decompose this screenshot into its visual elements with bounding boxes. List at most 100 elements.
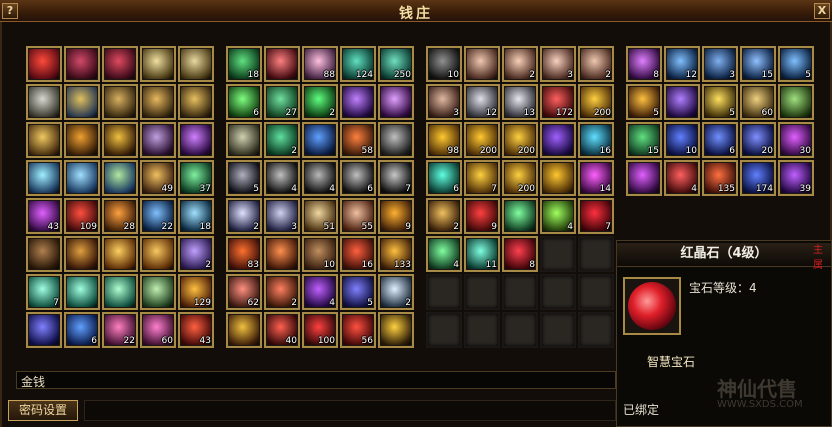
inventory-slot[interactable]: [64, 160, 100, 196]
inventory-slot[interactable]: [540, 122, 576, 158]
inventory-slot[interactable]: [464, 46, 500, 82]
inventory-slot[interactable]: [64, 122, 100, 158]
inventory-slot[interactable]: [540, 312, 576, 348]
inventory-slot[interactable]: 5: [226, 160, 262, 196]
inventory-slot[interactable]: 40: [264, 312, 300, 348]
inventory-slot[interactable]: [26, 236, 62, 272]
inventory-slot[interactable]: 3: [426, 84, 462, 120]
inventory-slot[interactable]: [26, 122, 62, 158]
inventory-slot[interactable]: [378, 84, 414, 120]
inventory-slot[interactable]: 5: [626, 84, 662, 120]
inventory-slot[interactable]: [578, 236, 614, 272]
inventory-slot[interactable]: 3: [702, 46, 738, 82]
inventory-slot[interactable]: [464, 274, 500, 310]
inventory-slot[interactable]: 4: [302, 160, 338, 196]
inventory-slot[interactable]: [778, 84, 814, 120]
inventory-slot[interactable]: 2: [264, 274, 300, 310]
inventory-slot[interactable]: 14: [578, 160, 614, 196]
inventory-slot[interactable]: [140, 236, 176, 272]
inventory-slot[interactable]: 3: [540, 46, 576, 82]
inventory-slot[interactable]: [26, 160, 62, 196]
inventory-slot[interactable]: 37: [178, 160, 214, 196]
inventory-slot[interactable]: 60: [740, 84, 776, 120]
inventory-slot[interactable]: 10: [302, 236, 338, 272]
inventory-slot[interactable]: 8: [502, 236, 538, 272]
inventory-slot[interactable]: [64, 274, 100, 310]
inventory-slot[interactable]: [664, 84, 700, 120]
inventory-slot[interactable]: 28: [102, 198, 138, 234]
inventory-slot[interactable]: 9: [464, 198, 500, 234]
inventory-slot[interactable]: 49: [140, 160, 176, 196]
inventory-slot[interactable]: 20: [740, 122, 776, 158]
inventory-slot[interactable]: 2: [378, 274, 414, 310]
inventory-slot[interactable]: 7: [464, 160, 500, 196]
inventory-slot[interactable]: 22: [102, 312, 138, 348]
inventory-slot[interactable]: [140, 122, 176, 158]
inventory-slot[interactable]: 6: [64, 312, 100, 348]
inventory-slot[interactable]: 43: [178, 312, 214, 348]
inventory-slot[interactable]: 6: [702, 122, 738, 158]
inventory-slot[interactable]: 200: [464, 122, 500, 158]
inventory-slot[interactable]: [578, 312, 614, 348]
inventory-slot[interactable]: [178, 84, 214, 120]
password-settings-button[interactable]: 密码设置: [8, 400, 78, 421]
inventory-slot[interactable]: [378, 122, 414, 158]
inventory-slot[interactable]: 12: [464, 84, 500, 120]
inventory-slot[interactable]: [464, 312, 500, 348]
inventory-slot[interactable]: 16: [578, 122, 614, 158]
inventory-slot[interactable]: [626, 160, 662, 196]
inventory-slot[interactable]: 2: [226, 198, 262, 234]
inventory-slot[interactable]: 5: [702, 84, 738, 120]
inventory-slot[interactable]: 2: [264, 122, 300, 158]
inventory-slot[interactable]: 4: [664, 160, 700, 196]
inventory-slot[interactable]: 58: [340, 122, 376, 158]
inventory-slot[interactable]: 124: [340, 46, 376, 82]
inventory-slot[interactable]: 22: [140, 198, 176, 234]
inventory-slot[interactable]: [426, 312, 462, 348]
inventory-slot[interactable]: 5: [778, 46, 814, 82]
inventory-slot[interactable]: [64, 46, 100, 82]
inventory-slot[interactable]: 8: [626, 46, 662, 82]
inventory-slot[interactable]: [264, 46, 300, 82]
inventory-slot[interactable]: 60: [140, 312, 176, 348]
inventory-slot[interactable]: 6: [226, 84, 262, 120]
inventory-slot[interactable]: 27: [264, 84, 300, 120]
inventory-slot[interactable]: [26, 46, 62, 82]
inventory-slot[interactable]: [102, 274, 138, 310]
inventory-slot[interactable]: 133: [378, 236, 414, 272]
inventory-slot[interactable]: 4: [264, 160, 300, 196]
inventory-slot[interactable]: 10: [664, 122, 700, 158]
inventory-slot[interactable]: 18: [178, 198, 214, 234]
inventory-slot[interactable]: 5: [340, 274, 376, 310]
inventory-slot[interactable]: [502, 274, 538, 310]
inventory-slot[interactable]: 6: [340, 160, 376, 196]
inventory-slot[interactable]: 135: [702, 160, 738, 196]
inventory-slot[interactable]: 13: [502, 84, 538, 120]
inventory-slot[interactable]: [540, 160, 576, 196]
inventory-slot[interactable]: 250: [378, 46, 414, 82]
inventory-slot[interactable]: 2: [178, 236, 214, 272]
inventory-slot[interactable]: 172: [540, 84, 576, 120]
inventory-slot[interactable]: [502, 198, 538, 234]
inventory-slot[interactable]: 56: [340, 312, 376, 348]
close-button[interactable]: X: [814, 3, 830, 19]
inventory-slot[interactable]: [102, 46, 138, 82]
inventory-slot[interactable]: 200: [502, 160, 538, 196]
inventory-slot[interactable]: 100: [302, 312, 338, 348]
inventory-slot[interactable]: 62: [226, 274, 262, 310]
inventory-slot[interactable]: [26, 84, 62, 120]
inventory-slot[interactable]: 9: [378, 198, 414, 234]
inventory-slot[interactable]: [226, 312, 262, 348]
inventory-slot[interactable]: [264, 236, 300, 272]
inventory-slot[interactable]: [102, 84, 138, 120]
inventory-slot[interactable]: 88: [302, 46, 338, 82]
inventory-slot[interactable]: [102, 160, 138, 196]
inventory-slot[interactable]: 10: [426, 46, 462, 82]
inventory-slot[interactable]: 30: [778, 122, 814, 158]
inventory-slot[interactable]: [64, 236, 100, 272]
inventory-slot[interactable]: 4: [540, 198, 576, 234]
inventory-slot[interactable]: [502, 312, 538, 348]
inventory-slot[interactable]: [140, 46, 176, 82]
inventory-slot[interactable]: 200: [502, 122, 538, 158]
inventory-slot[interactable]: 200: [578, 84, 614, 120]
